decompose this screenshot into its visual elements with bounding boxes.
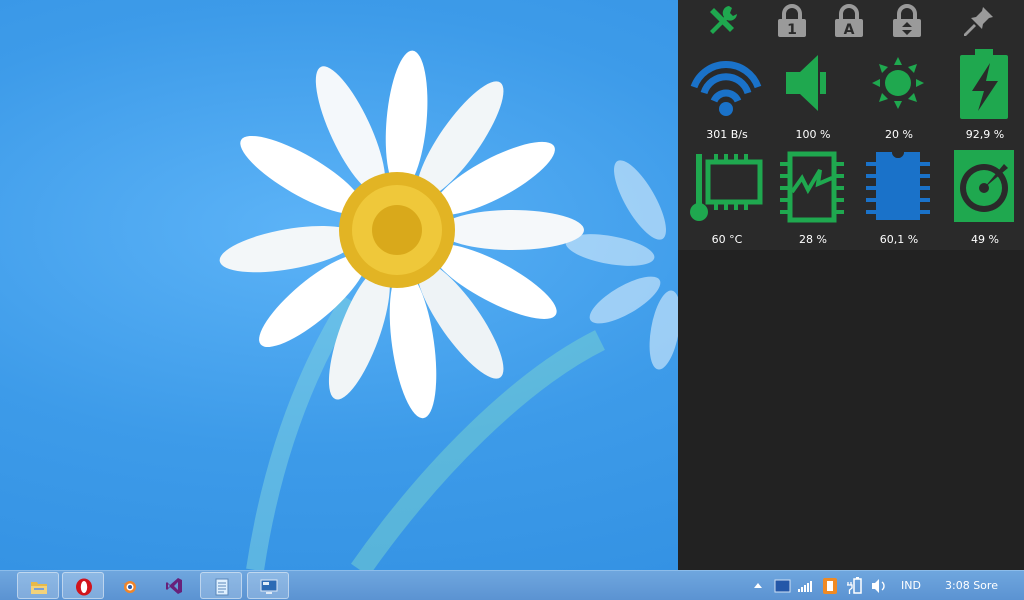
taskbar-notepad-button[interactable] bbox=[200, 572, 242, 599]
taskbar-file-explorer-button[interactable] bbox=[17, 572, 59, 599]
memory-tile[interactable]: 60,1 % bbox=[856, 148, 942, 248]
network-speed-value: 301 B/s bbox=[706, 128, 748, 141]
visual-studio-icon bbox=[166, 578, 182, 594]
tools-icon[interactable] bbox=[704, 3, 740, 39]
tray-desktop-button[interactable] bbox=[772, 571, 792, 600]
svg-text:A: A bbox=[844, 22, 855, 38]
chevron-up-icon bbox=[754, 583, 762, 588]
pin-icon[interactable] bbox=[961, 3, 997, 39]
brightness-icon bbox=[872, 57, 924, 109]
file-explorer-icon bbox=[31, 582, 47, 594]
gadget-area: 1 A 301 B/s 100 % 20 % 92,9 % 60 °C 28 %… bbox=[678, 0, 1024, 250]
battery-value: 92,9 % bbox=[965, 128, 1005, 141]
cpu-temperature-icon bbox=[690, 154, 763, 221]
volume-icon bbox=[786, 55, 826, 111]
clock[interactable]: 3:08 Sore bbox=[945, 571, 1005, 600]
tray-volume-button[interactable] bbox=[869, 571, 889, 600]
temperature-tile[interactable]: 60 °C bbox=[684, 148, 770, 248]
taskbar-remote-desktop-button[interactable] bbox=[247, 572, 289, 599]
cpu-load-icon bbox=[780, 151, 844, 223]
notepad-icon bbox=[215, 578, 229, 596]
memory-value: 60,1 % bbox=[879, 233, 919, 246]
brightness-value: 20 % bbox=[885, 128, 913, 141]
opera-icon bbox=[76, 578, 92, 596]
taskbar-blender-button[interactable] bbox=[107, 572, 149, 599]
display-icon bbox=[774, 579, 791, 593]
app-tray-icon bbox=[823, 578, 837, 594]
tray-app-button[interactable] bbox=[821, 571, 839, 600]
volume-tile[interactable]: 100 % bbox=[770, 45, 856, 145]
battery-icon bbox=[960, 49, 1008, 119]
disk-value: 49 % bbox=[971, 233, 999, 246]
taskbar-opera-button[interactable] bbox=[62, 572, 104, 599]
wifi-icon bbox=[690, 60, 762, 116]
disk-tile[interactable]: 49 % bbox=[942, 148, 1024, 248]
volume-value: 100 % bbox=[795, 128, 831, 141]
num-lock-icon[interactable]: A bbox=[831, 3, 867, 39]
memory-icon bbox=[866, 148, 930, 220]
tray-signal-button[interactable] bbox=[796, 571, 816, 600]
temperature-value: 60 °C bbox=[711, 233, 743, 246]
blender-icon bbox=[120, 581, 136, 593]
battery-tile[interactable]: 92,9 % bbox=[942, 45, 1024, 145]
language-indicator[interactable]: IND bbox=[901, 571, 927, 600]
cpu-load-tile[interactable]: 28 % bbox=[770, 148, 856, 248]
tray-power-button[interactable] bbox=[845, 571, 865, 600]
signal-bars-icon bbox=[798, 581, 812, 592]
disk-icon bbox=[954, 150, 1014, 222]
speaker-icon bbox=[872, 579, 885, 593]
network-tile[interactable]: 301 B/s bbox=[684, 45, 770, 145]
show-hidden-icons-button[interactable] bbox=[752, 571, 764, 600]
caps-lock-icon[interactable]: 1 bbox=[774, 3, 810, 39]
battery-plug-icon bbox=[847, 577, 862, 594]
taskbar: IND 3:08 Sore bbox=[0, 570, 1024, 600]
scroll-lock-icon[interactable] bbox=[889, 3, 925, 39]
taskbar-visual-studio-button[interactable] bbox=[153, 572, 195, 599]
cpu-load-value: 28 % bbox=[799, 233, 827, 246]
system-monitor-panel: 1 A 301 B/s 100 % 20 % 92,9 % 60 °C 28 %… bbox=[678, 0, 1024, 570]
brightness-tile[interactable]: 20 % bbox=[856, 45, 942, 145]
svg-text:1: 1 bbox=[787, 22, 797, 38]
remote-desktop-icon bbox=[260, 579, 278, 594]
